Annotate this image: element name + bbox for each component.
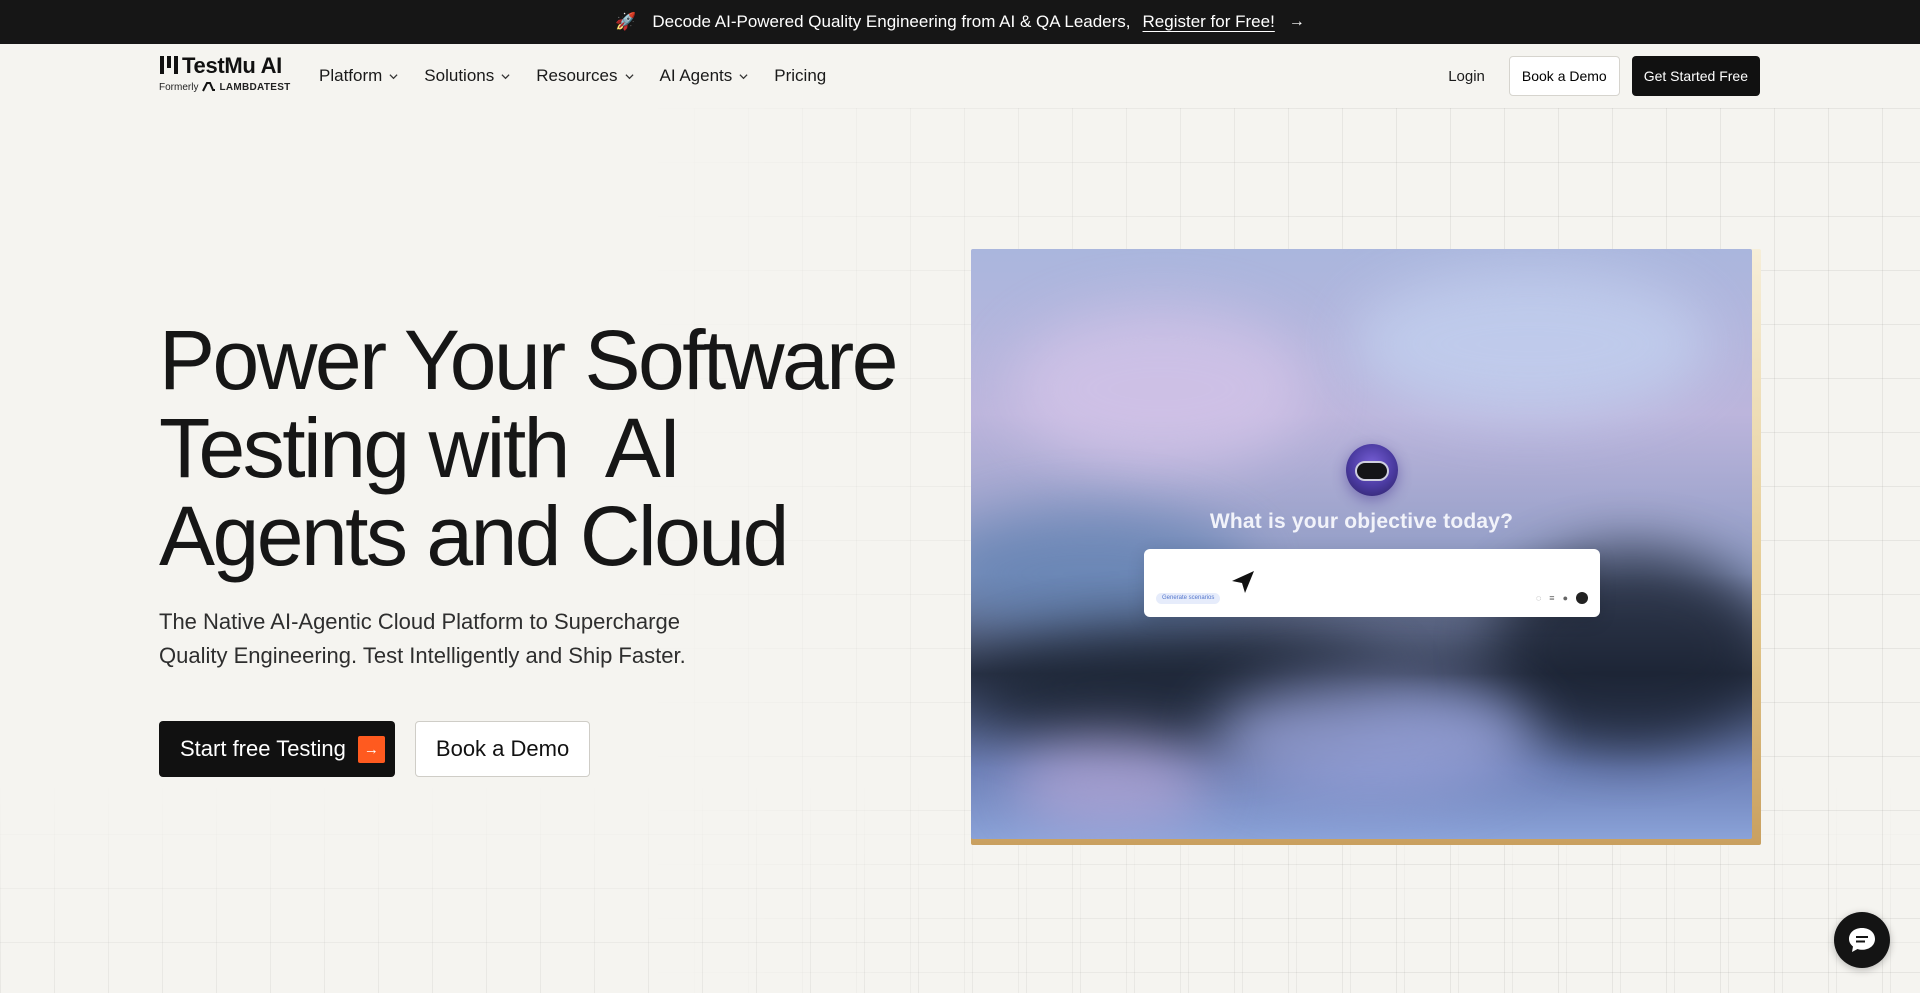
hero-title-line: Testing with AI <box>159 401 682 495</box>
main-nav: TestMu AI Formerly LAMBDATEST Platform S… <box>0 44 1920 108</box>
hero-cta-row: Start free Testing → Book a Demo <box>159 721 591 777</box>
prompt-chip[interactable]: Generate scenarios <box>1156 593 1221 604</box>
nav-menu: Platform Solutions Resources AI Agents P… <box>319 44 852 108</box>
hero-title-line: Power Your Software <box>159 313 898 407</box>
register-link[interactable]: Register for Free! <box>1143 12 1275 32</box>
hero-video[interactable] <box>971 249 1752 839</box>
logo[interactable]: TestMu AI Formerly LAMBDATEST <box>159 53 299 99</box>
attach-icon[interactable]: ◌ <box>1536 593 1541 603</box>
nav-item-resources[interactable]: Resources <box>536 66 634 86</box>
list-icon[interactable]: ≡ <box>1549 593 1554 603</box>
robot-visor-icon <box>1355 461 1389 481</box>
nav-item-solutions[interactable]: Solutions <box>424 66 510 86</box>
lambdatest-logo-icon <box>202 82 216 92</box>
login-link[interactable]: Login <box>1448 68 1485 85</box>
get-started-button[interactable]: Get Started Free <box>1631 56 1760 96</box>
agent-avatar <box>1346 444 1398 496</box>
start-free-testing-button[interactable]: Start free Testing → <box>159 721 395 777</box>
nav-actions: Login Book a Demo Get Started Free <box>1448 56 1760 96</box>
brand-name: TestMu AI <box>182 53 282 78</box>
send-cursor-icon <box>1232 571 1254 593</box>
testmu-logo-icon <box>160 56 178 74</box>
formerly-lambdatest: Formerly LAMBDATEST <box>159 81 291 93</box>
mic-icon[interactable]: ● <box>1563 593 1568 603</box>
hero-subtitle: The Native AI-Agentic Cloud Platform to … <box>159 609 686 668</box>
book-demo-button[interactable]: Book a Demo <box>1508 56 1620 96</box>
hero-title-line: Agents and Cloud <box>159 489 789 583</box>
formerly-label: Formerly <box>159 81 199 93</box>
formerly-brand: LAMBDATEST <box>219 81 291 93</box>
nav-item-platform[interactable]: Platform <box>319 66 398 86</box>
arrow-right-icon[interactable]: → <box>1289 13 1305 31</box>
chevron-down-icon <box>624 73 634 79</box>
hero-book-demo-button[interactable]: Book a Demo <box>414 721 591 777</box>
nav-item-ai-agents[interactable]: AI Agents <box>660 66 749 86</box>
chevron-down-icon <box>389 73 398 79</box>
start-free-testing-label: Start free Testing <box>180 736 346 761</box>
announcement-bar: 🚀 Decode AI-Powered Quality Engineering … <box>0 0 1920 44</box>
rocket-icon: 🚀 <box>615 12 637 31</box>
send-icon[interactable] <box>1576 592 1588 604</box>
chevron-down-icon <box>739 73 748 79</box>
prompt-box[interactable]: Generate scenarios ◌ ≡ ● <box>1144 549 1600 617</box>
objective-heading: What is your objective today? <box>1209 510 1514 533</box>
nav-item-pricing[interactable]: Pricing <box>774 66 826 86</box>
announcement-text: Decode AI-Powered Quality Engineering fr… <box>652 12 1131 31</box>
hero-title: Power Your Software Testing with AI Agen… <box>159 316 919 580</box>
arrow-right-icon: → <box>357 735 385 763</box>
chat-button[interactable] <box>1834 912 1890 968</box>
chevron-down-icon <box>501 73 510 79</box>
chat-icon <box>1849 928 1875 952</box>
prompt-tools: ◌ ≡ ● <box>1536 592 1588 604</box>
